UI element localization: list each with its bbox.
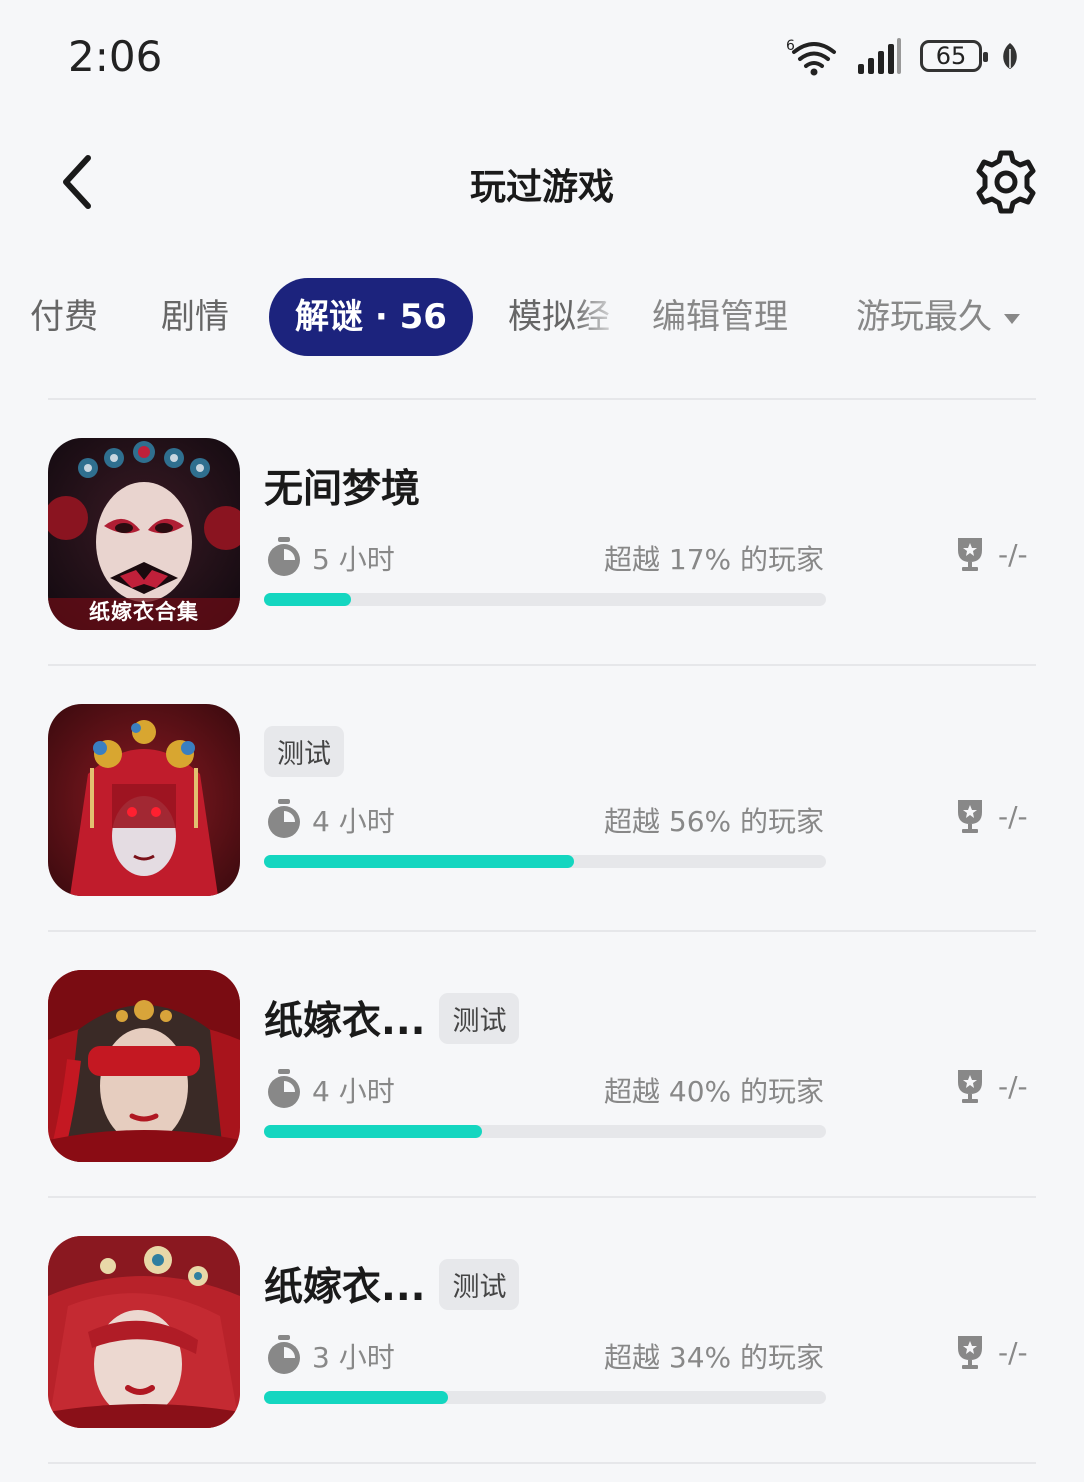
test-badge[interactable]: 测试: [439, 992, 520, 1044]
signal-icon: [858, 38, 901, 74]
game-art-image: [48, 970, 240, 1162]
category-tabs: 付费 剧情 解谜 · 56 模拟经 编辑管理 游玩最久: [0, 278, 1084, 358]
player-rank: 超越 56% 的玩家: [604, 805, 825, 838]
edit-manage-button[interactable]: 编辑管理: [652, 278, 788, 356]
game-row[interactable]: 纸嫁衣合集 无间梦境 5 小时 超越 17% 的玩家 -/-: [0, 400, 1084, 666]
progress-fill: [264, 855, 575, 868]
leaf-icon: [1003, 43, 1017, 69]
progress-bar: [264, 1391, 826, 1404]
tab-story[interactable]: 剧情: [161, 278, 229, 356]
settings-button[interactable]: [972, 148, 1040, 216]
game-stats: 4 小时 超越 40% 的玩家 -/-: [264, 1066, 1036, 1112]
achievement-count: -/-: [998, 1070, 1028, 1103]
play-hours: 4 小时: [312, 1075, 395, 1108]
trophy-icon: [958, 800, 982, 833]
gear-icon: [976, 150, 1036, 214]
wifi-icon: 6: [786, 38, 836, 76]
stopwatch-icon: [268, 537, 300, 576]
progress-bar: [264, 855, 826, 868]
player-rank: 超越 17% 的玩家: [604, 543, 825, 576]
page-title: 玩过游戏: [469, 167, 614, 208]
game-art-image: [48, 704, 240, 896]
test-badge[interactable]: 测试: [439, 1258, 520, 1310]
stopwatch-icon: [268, 1335, 300, 1374]
game-title-line: 纸嫁衣... 测试: [264, 990, 520, 1046]
game-thumbnail: [48, 704, 240, 896]
trophy-icon: [958, 1070, 982, 1103]
player-rank: 超越 34% 的玩家: [604, 1341, 825, 1374]
progress-bar: [264, 593, 826, 606]
game-stats: 5 小时 超越 17% 的玩家 -/-: [264, 534, 1036, 580]
tab-puzzle[interactable]: 解谜 · 56: [269, 278, 473, 356]
trophy-icon: [958, 538, 982, 571]
game-title: 纸嫁衣...: [264, 1265, 426, 1310]
status-time: 2:06: [68, 32, 163, 81]
progress-fill: [264, 1125, 483, 1138]
test-badge[interactable]: 测试: [264, 726, 344, 777]
divider: [48, 1462, 1036, 1464]
progress-fill: [264, 1391, 448, 1404]
game-title-line: 无间梦境: [264, 458, 420, 514]
achievement-count: -/-: [998, 538, 1028, 571]
status-icons: 6 65: [786, 34, 1020, 78]
game-stats: 3 小时 超越 34% 的玩家 -/-: [264, 1332, 1036, 1378]
achievement-count: -/-: [998, 1336, 1028, 1369]
sort-label: 游玩最久: [856, 297, 992, 337]
game-row[interactable]: 测试 4 小时 超越 56% 的玩家 -/-: [0, 666, 1084, 932]
play-hours: 3 小时: [312, 1341, 395, 1374]
progress-bar: [264, 1125, 826, 1138]
game-title-line: 纸嫁衣... 测试: [264, 1256, 520, 1312]
page-header: 玩过游戏: [0, 130, 1084, 234]
caret-down-icon: [1004, 313, 1020, 324]
game-title-line: 测试: [264, 726, 344, 777]
progress-fill: [264, 593, 351, 606]
game-art-image: [48, 1236, 240, 1428]
player-rank: 超越 40% 的玩家: [604, 1075, 825, 1108]
play-hours: 5 小时: [312, 543, 395, 576]
game-thumbnail: [48, 970, 240, 1162]
status-bar: 2:06 6 65: [0, 0, 1084, 110]
stopwatch-icon: [268, 799, 300, 838]
game-thumbnail: [48, 1236, 240, 1428]
achievement-count: -/-: [998, 800, 1028, 833]
game-thumbnail: 纸嫁衣合集: [48, 438, 240, 630]
tab-paid[interactable]: 付费: [30, 278, 98, 356]
game-stats: 4 小时 超越 56% 的玩家 -/-: [264, 796, 1036, 842]
trophy-icon: [958, 1336, 982, 1369]
play-hours: 4 小时: [312, 805, 395, 838]
sort-dropdown[interactable]: 游玩最久: [856, 278, 1020, 356]
game-row[interactable]: 纸嫁衣... 测试 3 小时 超越 34% 的玩家 -/-: [0, 1198, 1084, 1464]
stopwatch-icon: [268, 1069, 300, 1108]
tab-simulation[interactable]: 模拟经: [508, 278, 624, 356]
game-title: 纸嫁衣...: [264, 999, 426, 1044]
game-row[interactable]: 纸嫁衣... 测试 4 小时 超越 40% 的玩家 -/-: [0, 932, 1084, 1198]
battery-icon: 65: [920, 40, 988, 72]
game-title: 无间梦境: [264, 467, 421, 512]
thumbnail-caption: 纸嫁衣合集: [89, 599, 199, 624]
